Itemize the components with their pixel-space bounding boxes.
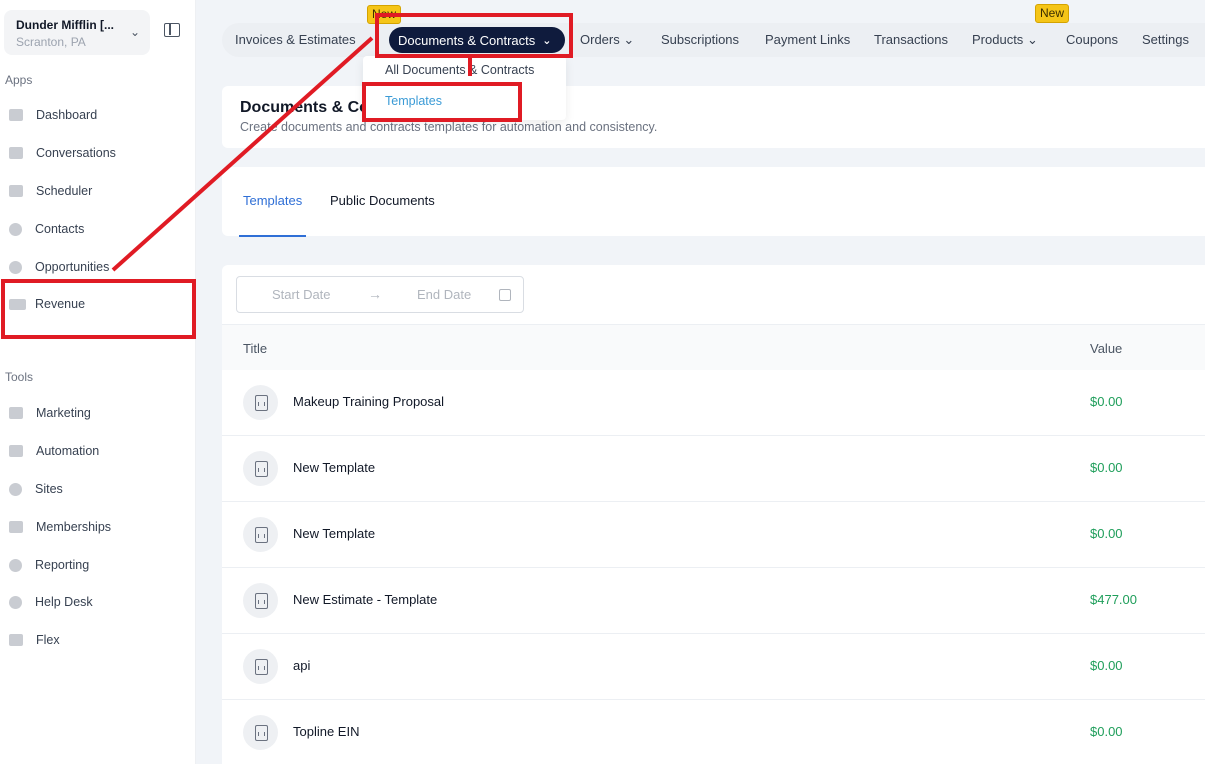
arrow-right-icon: →: [368, 286, 382, 302]
row-title[interactable]: New Template: [293, 526, 375, 541]
row-value: $0.00: [1090, 724, 1123, 739]
chevron-down-icon: ⌄: [623, 32, 635, 47]
document-icon: [243, 451, 278, 486]
people-icon: [9, 634, 23, 646]
sidebar-item-flex[interactable]: Flex: [0, 627, 196, 653]
tab-subscriptions[interactable]: Subscriptions: [661, 32, 739, 47]
chevron-down-icon: ⌄: [1026, 32, 1038, 47]
sidebar-item-scheduler[interactable]: Scheduler: [0, 178, 196, 204]
document-icon: [243, 517, 278, 552]
sidebar: Dunder Mifflin [... Scranton, PA ⌄ Apps …: [0, 0, 196, 764]
target-icon: [9, 260, 22, 274]
page-subtitle: Create documents and contracts templates…: [240, 120, 658, 134]
tab-transactions[interactable]: Transactions: [874, 32, 948, 47]
sidebar-item-label: Marketing: [36, 406, 91, 420]
sidebar-collapse-icon[interactable]: [164, 23, 180, 37]
date-range-picker[interactable]: Start Date → End Date: [236, 276, 524, 313]
document-icon: [243, 385, 278, 420]
megaphone-icon: [9, 407, 23, 419]
row-title[interactable]: api: [293, 658, 310, 673]
group-icon: [9, 521, 23, 533]
table-header: Title Value: [222, 324, 1205, 370]
sidebar-item-dashboard[interactable]: Dashboard: [0, 102, 196, 128]
row-value: $0.00: [1090, 460, 1123, 475]
document-icon: [243, 715, 278, 750]
chat-icon: [9, 147, 23, 159]
sidebar-item-label: Automation: [36, 444, 100, 458]
tab-public-documents[interactable]: Public Documents: [330, 193, 435, 208]
table-row[interactable]: Topline EIN $0.00: [222, 700, 1205, 764]
tab-label: Products: [972, 32, 1024, 47]
table-row[interactable]: New Template $0.00: [222, 436, 1205, 502]
row-title[interactable]: Topline EIN: [293, 724, 359, 739]
tab-products[interactable]: Products ⌄: [972, 32, 1038, 48]
sidebar-item-conversations[interactable]: Conversations: [0, 140, 196, 166]
sidebar-item-label: Sites: [35, 482, 63, 496]
table-row[interactable]: api $0.00: [222, 634, 1205, 700]
column-header-value: Value: [1090, 341, 1123, 356]
sidebar-item-memberships[interactable]: Memberships: [0, 514, 196, 540]
chevron-down-icon: ⌄: [129, 25, 140, 39]
content-tabs: Templates Public Documents: [222, 167, 1205, 237]
row-title[interactable]: Makeup Training Proposal: [293, 394, 444, 409]
annotation-box-revenue: [1, 279, 196, 339]
sidebar-item-label: Scheduler: [36, 184, 93, 198]
sidebar-item-label: Memberships: [36, 520, 112, 534]
globe-icon: [9, 482, 22, 496]
sidebar-item-automation[interactable]: Automation: [0, 438, 196, 464]
gears-icon: [9, 445, 23, 457]
tab-coupons[interactable]: Coupons: [1066, 32, 1118, 47]
row-value: $0.00: [1090, 658, 1123, 673]
tab-payment-links[interactable]: Payment Links: [765, 32, 850, 47]
account-name: Dunder Mifflin [...: [16, 18, 114, 32]
sidebar-item-label: Reporting: [35, 558, 90, 572]
tab-templates[interactable]: Templates: [238, 193, 307, 237]
end-date-input[interactable]: End Date: [417, 287, 471, 302]
row-value: $0.00: [1090, 394, 1123, 409]
table-row[interactable]: New Template $0.00: [222, 502, 1205, 568]
account-switcher[interactable]: Dunder Mifflin [... Scranton, PA ⌄: [4, 10, 150, 55]
sidebar-item-reporting[interactable]: Reporting: [0, 552, 196, 578]
document-icon: [243, 649, 278, 684]
row-title[interactable]: New Template: [293, 460, 375, 475]
tab-label: Orders: [580, 32, 620, 47]
sidebar-item-sites[interactable]: Sites: [0, 476, 196, 502]
estimate-icon: [243, 583, 278, 618]
calendar-icon: [9, 185, 23, 197]
sidebar-item-contacts[interactable]: Contacts: [0, 216, 196, 242]
sidebar-item-label: Contacts: [35, 222, 85, 236]
sidebar-item-label: Dashboard: [36, 108, 98, 122]
tab-invoices-estimates[interactable]: Invoices & Estimates: [235, 32, 356, 47]
help-icon: [9, 595, 22, 609]
pie-chart-icon: [9, 558, 22, 572]
person-icon: [9, 222, 22, 236]
sidebar-item-opportunities[interactable]: Opportunities: [0, 254, 196, 280]
tab-settings[interactable]: Settings: [1142, 32, 1189, 47]
menu-item-all-documents[interactable]: All Documents & Contracts: [385, 63, 534, 77]
start-date-input[interactable]: Start Date: [272, 287, 331, 302]
annotation-box-templates: [362, 82, 522, 122]
table-row[interactable]: New Estimate - Template $477.00: [222, 568, 1205, 634]
sidebar-item-help-desk[interactable]: Help Desk: [0, 589, 196, 615]
sidebar-item-marketing[interactable]: Marketing: [0, 400, 196, 426]
templates-table: Start Date → End Date Title Value Makeup…: [222, 265, 1205, 764]
sidebar-item-label: Conversations: [36, 146, 116, 160]
apps-section-label: Apps: [5, 73, 33, 87]
column-header-title: Title: [243, 341, 268, 356]
tab-orders[interactable]: Orders ⌄: [580, 32, 634, 48]
row-title[interactable]: New Estimate - Template: [293, 592, 437, 607]
dashboard-icon: [9, 109, 23, 121]
annotation-box-documents-tab: [375, 13, 573, 58]
sidebar-item-label: Help Desk: [35, 595, 93, 609]
sidebar-item-label: Opportunities: [35, 260, 110, 274]
row-value: $0.00: [1090, 526, 1123, 541]
new-badge: New: [1035, 4, 1070, 23]
tools-section-label: Tools: [5, 370, 34, 384]
table-row[interactable]: Makeup Training Proposal $0.00: [222, 370, 1205, 436]
account-location: Scranton, PA: [16, 35, 86, 49]
row-value: $477.00: [1090, 592, 1137, 607]
sidebar-item-label: Flex: [36, 633, 60, 647]
calendar-icon: [499, 289, 511, 301]
